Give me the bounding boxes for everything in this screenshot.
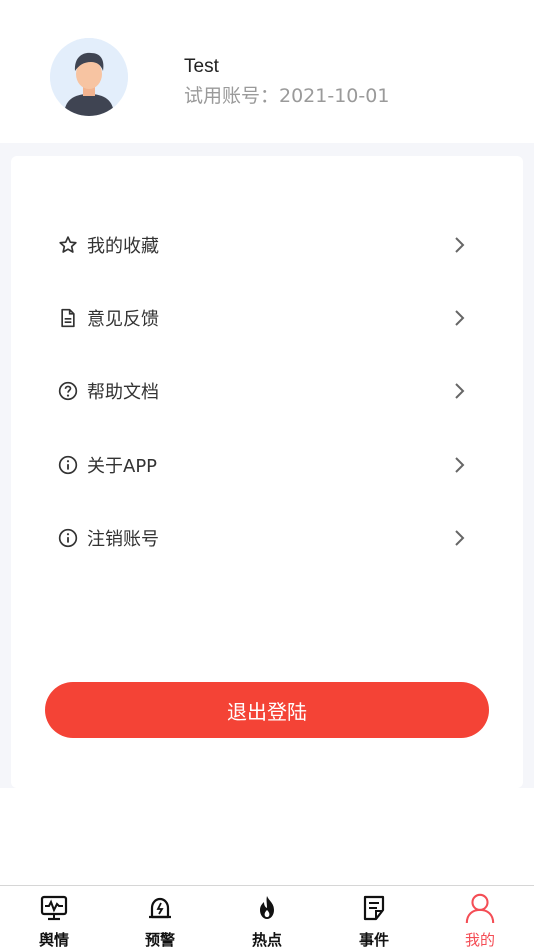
- document-icon: [57, 307, 79, 329]
- tab-hotspot[interactable]: 热点: [227, 892, 307, 950]
- tab-label: 我的: [464, 931, 495, 949]
- username: Test: [184, 56, 219, 77]
- menu-item-label: 关于APP: [87, 456, 158, 477]
- chevron-right-icon: [449, 528, 469, 548]
- chevron-right-icon: [449, 455, 469, 475]
- note-icon: [358, 892, 390, 924]
- tab-events[interactable]: 事件: [334, 892, 414, 950]
- menu-item-label: 意见反馈: [87, 309, 159, 330]
- tab-mine[interactable]: 我的: [440, 892, 520, 950]
- info-circle-icon: [57, 527, 79, 549]
- info-circle-icon: [57, 454, 79, 476]
- star-icon: [57, 234, 79, 256]
- help-circle-icon: [57, 380, 79, 402]
- user-icon: [464, 892, 496, 924]
- chevron-right-icon: [449, 235, 469, 255]
- tab-label: 事件: [358, 931, 389, 949]
- fire-icon: [251, 892, 283, 924]
- menu-item-favorites[interactable]: 我的收藏: [57, 225, 477, 265]
- tab-label: 热点: [251, 931, 282, 949]
- chevron-right-icon: [449, 381, 469, 401]
- menu-item-about[interactable]: 关于APP: [57, 445, 477, 485]
- avatar[interactable]: [50, 38, 128, 116]
- menu-item-label: 我的收藏: [87, 236, 159, 257]
- logout-button[interactable]: 退出登陆: [45, 682, 489, 738]
- tab-public-opinion[interactable]: 舆情: [14, 892, 94, 950]
- menu-item-label: 帮助文档: [87, 382, 159, 403]
- menu-item-cancel-account[interactable]: 注销账号: [57, 518, 477, 558]
- profile-header: Test 试用账号：2021-10-01: [0, 0, 534, 143]
- menu-item-feedback[interactable]: 意见反馈: [57, 298, 477, 338]
- monitor-pulse-icon: [38, 892, 70, 924]
- menu-item-label: 注销账号: [87, 529, 159, 550]
- tab-label: 预警: [144, 931, 175, 949]
- bottom-tab-bar: 舆情 预警 热点 事件 我的: [0, 885, 534, 950]
- trial-account-date: 试用账号：2021-10-01: [184, 85, 390, 107]
- tab-warning[interactable]: 预警: [120, 892, 200, 950]
- chevron-right-icon: [449, 308, 469, 328]
- alert-bell-icon: [144, 892, 176, 924]
- menu-item-help[interactable]: 帮助文档: [57, 371, 477, 411]
- tab-label: 舆情: [38, 931, 69, 949]
